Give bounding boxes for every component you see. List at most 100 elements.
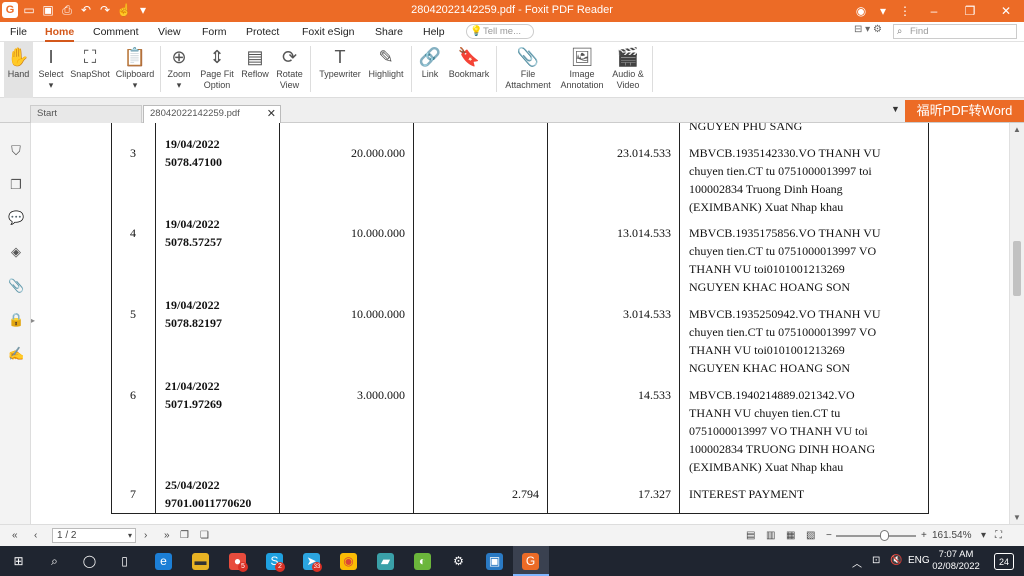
zoom-dropdown-icon[interactable]: ▾ [981, 529, 986, 543]
fullscreen-icon[interactable]: ⛶ [995, 529, 1002, 543]
menu-share[interactable]: Share [375, 22, 403, 42]
search-options-icon[interactable]: ⊟ ▾ ⚙ [854, 24, 882, 35]
menu-comment[interactable]: Comment [93, 22, 139, 42]
ribbon-toolbar: ✋ Hand Ⅰ Select ▾ ⛶ SnapShot 📋 Clipboard… [0, 42, 1024, 98]
account-dropdown-icon[interactable]: ▾ [872, 0, 894, 22]
menu-view[interactable]: View [158, 22, 181, 42]
file-explorer-icon[interactable]: ▬ [192, 553, 209, 570]
zoom-slider[interactable] [836, 535, 916, 537]
row-desc-line: (EXIMBANK) Xuat Nhap khau [689, 200, 844, 214]
close-tab-icon[interactable]: ✕ [267, 106, 276, 122]
tray-expand-icon[interactable]: ︿ [852, 555, 862, 570]
scroll-up-icon[interactable]: ▲ [1013, 125, 1021, 134]
menu-form[interactable]: Form [202, 22, 227, 42]
row-number: 6 [130, 388, 136, 402]
tool-rotate-view[interactable]: ⟳ Rotate View [273, 42, 306, 98]
menu-foxit-esign[interactable]: Foxit eSign [302, 22, 355, 42]
notepad-icon[interactable]: ▰ [377, 553, 394, 570]
single-page-icon[interactable]: ▤ [746, 529, 755, 543]
control-panel-icon[interactable]: ▣ [486, 553, 503, 570]
system-clock[interactable]: 7:07 AM 02/08/2022 [932, 549, 980, 573]
volume-icon[interactable]: 🔇 [890, 555, 902, 566]
next-view-icon[interactable]: ❏ [200, 529, 209, 543]
restore-button[interactable]: ❐ [952, 0, 988, 22]
panel-expand-icon[interactable]: ▸ [31, 316, 35, 325]
app-green-icon[interactable]: ◐ [414, 553, 431, 570]
close-button[interactable]: ✕ [988, 0, 1024, 22]
row-number: 7 [130, 487, 136, 501]
search-icon: ⌕ [897, 26, 903, 37]
first-page-icon[interactable]: « [12, 529, 18, 543]
document-view[interactable]: NGUYEN PHU SANG 3 19/04/2022 5078.47100 … [39, 123, 1009, 524]
more-menu-icon[interactable]: ⋮ [894, 0, 916, 22]
tool-hand[interactable]: ✋ Hand [4, 42, 33, 98]
continuous-facing-icon[interactable]: ▧ [806, 529, 815, 543]
menu-file[interactable]: File [10, 22, 27, 42]
tab-list-dropdown-icon[interactable]: ▼ [891, 104, 900, 114]
page-number-input[interactable]: 1 / 2 ▾ [52, 528, 136, 543]
menu-protect[interactable]: Protect [246, 22, 279, 42]
network-icon[interactable]: ⊡ [872, 555, 880, 566]
tool-file-attachment[interactable]: 📎 File Attachment [502, 42, 554, 98]
attachments-panel-icon[interactable]: 📎 [8, 278, 24, 294]
menu-help[interactable]: Help [423, 22, 445, 42]
scroll-thumb[interactable] [1013, 241, 1021, 296]
table-border [111, 513, 929, 514]
minimize-button[interactable]: – [916, 0, 952, 22]
tool-reflow[interactable]: ▤ Reflow [239, 42, 271, 98]
last-page-icon[interactable]: » [164, 529, 170, 543]
row-balance: 3.014.533 [623, 307, 671, 321]
tool-image-annotation[interactable]: 🖼 Image Annotation [556, 42, 608, 98]
tell-me-placeholder: Tell me... [483, 26, 522, 37]
task-view-icon[interactable]: ▯ [116, 553, 133, 570]
zoom-level[interactable]: 161.54% [932, 529, 971, 543]
settings-icon[interactable]: ⚙ [450, 553, 467, 570]
page-dropdown-icon[interactable]: ▾ [128, 529, 132, 542]
facing-page-icon[interactable]: ▦ [786, 529, 795, 543]
row-desc-line: MBVCB.1935175856.VO THANH VU [689, 226, 881, 240]
chrome-icon[interactable]: ◉ [340, 553, 357, 570]
tab-start[interactable]: Start [30, 105, 142, 123]
tool-snapshot[interactable]: ⛶ SnapShot [68, 42, 112, 98]
tab-document[interactable]: 28042022142259.pdf ✕ [143, 105, 281, 123]
input-language[interactable]: ENG [908, 555, 930, 566]
next-page-icon[interactable]: › [144, 529, 147, 543]
signature-panel-icon[interactable]: ✍ [8, 346, 24, 362]
tool-typewriter[interactable]: T Typewriter [315, 42, 365, 98]
scroll-down-icon[interactable]: ▼ [1013, 513, 1021, 522]
tool-zoom[interactable]: ⊕ Zoom ▾ [163, 42, 195, 98]
tell-me-box[interactable]: 💡 Tell me... [466, 24, 534, 39]
pdf-to-word-promo-button[interactable]: 福昕PDF转Word [905, 100, 1024, 122]
menu-home[interactable]: Home [45, 22, 75, 42]
tool-link[interactable]: 🔗 Link [416, 42, 444, 98]
image-annotation-icon: 🖼 [570, 47, 594, 67]
tool-bookmark[interactable]: 🔖 Bookmark [447, 42, 491, 98]
tool-audio-video[interactable]: 🎬 Audio & Video [608, 42, 648, 98]
search-icon[interactable]: ⌕ [46, 553, 63, 570]
continuous-page-icon[interactable]: ▥ [766, 529, 775, 543]
vertical-scrollbar[interactable]: ▲ ▼ [1009, 123, 1024, 524]
layers-panel-icon[interactable]: ◈ [8, 244, 24, 260]
tool-page-fit-option[interactable]: ⇕ Page Fit Option [197, 42, 237, 98]
table-border [279, 123, 280, 514]
bookmark-panel-icon[interactable]: ⛉ [8, 143, 24, 159]
previous-view-icon[interactable]: ❐ [180, 529, 189, 543]
tool-highlight[interactable]: ✎ Highlight [366, 42, 406, 98]
tool-clipboard[interactable]: 📋 Clipboard ▾ [114, 42, 156, 98]
zoom-in-button[interactable]: + [921, 529, 927, 543]
comments-panel-icon[interactable]: 💬 [8, 210, 24, 226]
pages-panel-icon[interactable]: ❐ [8, 177, 24, 193]
cortana-icon[interactable]: ◯ [81, 553, 98, 570]
foxit-taskbar-icon[interactable]: G [522, 553, 539, 570]
security-panel-icon[interactable]: 🔒 [8, 312, 24, 328]
windows-start-icon[interactable]: ⊞ [10, 553, 27, 570]
notification-center-icon[interactable]: 24 [994, 553, 1014, 570]
previous-page-icon[interactable]: ‹ [34, 529, 37, 543]
edge-icon[interactable]: e [155, 553, 172, 570]
tool-select[interactable]: Ⅰ Select ▾ [35, 42, 67, 98]
rotate-icon: ⟳ [281, 47, 298, 67]
find-input[interactable]: ⌕ Find [893, 24, 1017, 39]
zoom-slider-thumb[interactable] [880, 530, 889, 541]
account-icon[interactable]: ◉ [850, 0, 872, 22]
zoom-out-button[interactable]: − [826, 529, 832, 543]
